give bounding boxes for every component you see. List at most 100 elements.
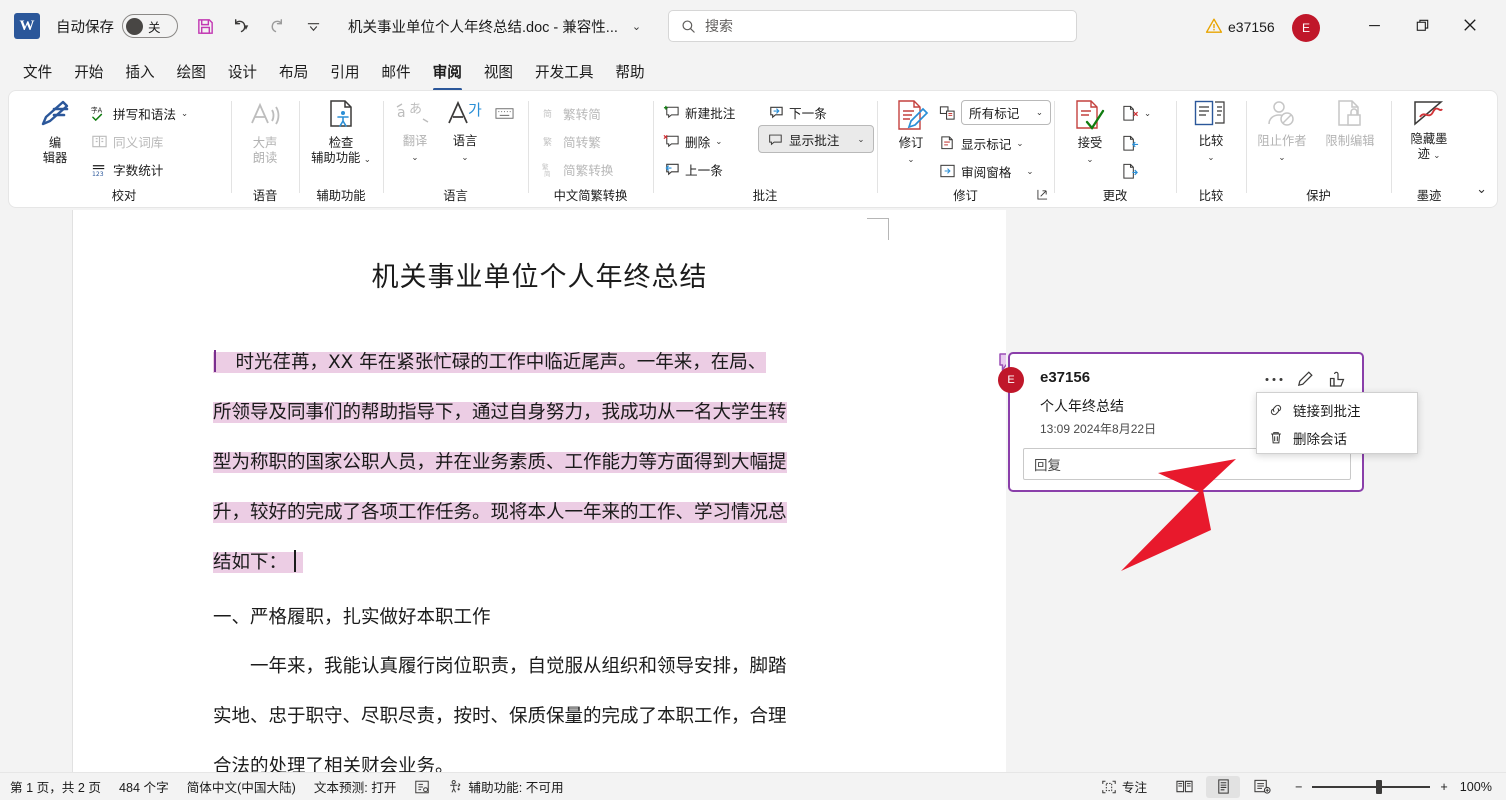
- tab-mailings[interactable]: 邮件: [370, 57, 421, 86]
- hide-ink-button[interactable]: 隐藏墨迹 ⌄: [1397, 99, 1461, 163]
- markup-display-select[interactable]: 所有标记 ⌄: [961, 100, 1051, 125]
- check-accessibility-button[interactable]: 检查 辅助功能 ⌄: [309, 99, 373, 167]
- status-focus-button[interactable]: 专注: [1101, 777, 1147, 796]
- undo-icon[interactable]: ▾: [222, 10, 256, 42]
- show-comments-chevron-down-icon[interactable]: ⌄: [857, 134, 864, 145]
- view-read-mode-button[interactable]: [1167, 776, 1201, 798]
- status-proofing-button[interactable]: [414, 779, 430, 795]
- warning-icon[interactable]: [1205, 17, 1223, 35]
- undo-caret-icon[interactable]: ▾: [244, 19, 249, 33]
- reviewing-pane-button[interactable]: 审阅窗格 ⌄: [939, 159, 1034, 183]
- accept-button[interactable]: 接受 ⌄: [1058, 99, 1122, 167]
- new-comment-button[interactable]: 新建批注: [663, 100, 735, 124]
- compare-button[interactable]: 比较 ⌄: [1179, 99, 1243, 165]
- status-page-info[interactable]: 第 1 页，共 2 页: [10, 777, 101, 796]
- search-input[interactable]: 搜索: [668, 10, 1077, 42]
- restore-button[interactable]: [1400, 8, 1444, 42]
- zoom-slider-thumb[interactable]: [1376, 779, 1383, 794]
- zoom-in-button[interactable]: +: [1440, 780, 1447, 794]
- show-markup-chevron-down-icon[interactable]: ⌄: [1016, 138, 1023, 149]
- editor-button[interactable]: 编辑器: [23, 99, 87, 166]
- tab-view[interactable]: 视图: [473, 57, 524, 86]
- trad-to-simp-label: 繁转简: [563, 107, 601, 122]
- delete-comment-chevron-down-icon[interactable]: ⌄: [715, 136, 722, 147]
- svg-text:字A: 字A: [91, 105, 103, 114]
- reviewing-pane-label: 审阅窗格: [961, 165, 1012, 180]
- reject-button[interactable]: ⌄: [1122, 101, 1151, 125]
- close-button[interactable]: [1448, 8, 1492, 42]
- word-count-button[interactable]: 123 字数统计: [91, 157, 163, 181]
- view-web-layout-button[interactable]: [1245, 776, 1279, 798]
- markup-display-icon-row[interactable]: [939, 101, 956, 125]
- tab-file[interactable]: 文件: [12, 57, 63, 86]
- new-comment-icon: [663, 105, 679, 119]
- status-word-count[interactable]: 484 个字: [119, 777, 169, 796]
- ribbon-group-speech: 大声 朗读 语音: [231, 91, 299, 207]
- next-change-button[interactable]: [1122, 159, 1139, 183]
- title-chevron-down-icon[interactable]: ⌄: [632, 20, 641, 33]
- zoom-slider-track[interactable]: [1312, 779, 1431, 794]
- context-menu-item-delete-thread[interactable]: 删除会话: [1257, 424, 1417, 452]
- show-comments-button[interactable]: 显示批注 ⌄: [758, 125, 874, 153]
- keyboard-button[interactable]: [495, 101, 514, 125]
- tab-insert[interactable]: 插入: [114, 57, 165, 86]
- user-name[interactable]: e37156: [1228, 19, 1275, 35]
- tab-developer[interactable]: 开发工具: [524, 57, 604, 86]
- tab-home[interactable]: 开始: [63, 57, 114, 86]
- doc-line: 结如下：: [213, 552, 288, 573]
- resolve-thumb-icon[interactable]: [1325, 367, 1349, 391]
- context-menu-item-link-to-comment[interactable]: 链接到批注: [1257, 396, 1417, 424]
- track-changes-button[interactable]: 修订 ⌄: [879, 99, 943, 167]
- previous-change-icon: [1123, 135, 1139, 151]
- document-paragraph-1[interactable]: 时光荏苒，XX 年在紧张忙碌的工作中临近尾声。一年来，在局、 所领导及同事们的帮…: [213, 338, 867, 588]
- markup-display-chevron-down-icon[interactable]: ⌄: [1036, 107, 1043, 118]
- zoom-slider[interactable]: [1312, 779, 1431, 794]
- zoom-level[interactable]: 100%: [1460, 780, 1492, 794]
- spelling-chevron-down-icon[interactable]: ⌄: [181, 108, 188, 119]
- delete-comment-button[interactable]: 删除 ⌄: [663, 129, 722, 153]
- document-title[interactable]: 机关事业单位个人年终总结.doc - 兼容性...: [348, 16, 618, 37]
- tab-references[interactable]: 引用: [319, 57, 370, 86]
- reject-chevron-down-icon[interactable]: ⌄: [1144, 108, 1151, 119]
- avatar[interactable]: E: [1292, 14, 1320, 42]
- edit-pencil-icon[interactable]: [1293, 367, 1317, 391]
- next-comment-button[interactable]: 下一条: [767, 100, 827, 124]
- language-button[interactable]: 가 语言 ⌄: [433, 99, 497, 165]
- context-menu-label: 删除会话: [1293, 432, 1347, 447]
- status-text-prediction[interactable]: 文本预测: 打开: [314, 777, 397, 796]
- minimize-button[interactable]: [1352, 8, 1396, 42]
- qat-overflow-icon[interactable]: [296, 10, 330, 42]
- comment-text: 个人年终总结: [1040, 398, 1124, 414]
- ribbon-collapse-chevron-down-icon[interactable]: ⌄: [1476, 181, 1487, 197]
- autosave-toggle[interactable]: 关: [122, 14, 178, 38]
- status-language[interactable]: 简体中文(中国大陆): [187, 777, 296, 796]
- autosave-toggle-state: 关: [148, 20, 161, 35]
- show-markup-button[interactable]: 显示标记 ⌄: [939, 131, 1024, 155]
- redo-icon[interactable]: [260, 10, 294, 42]
- tab-design[interactable]: 设计: [217, 57, 268, 86]
- markup-display-value: 所有标记: [969, 107, 1020, 121]
- tab-draw[interactable]: 绘图: [166, 57, 217, 86]
- comment-context-menu[interactable]: 链接到批注 删除会话: [1256, 392, 1418, 454]
- save-icon[interactable]: [188, 10, 222, 42]
- previous-comment-button[interactable]: 上一条: [663, 157, 723, 181]
- doc-line: 一年来，我能认真履行岗位职责，自觉服从组织和领导安排，脚踏: [213, 656, 787, 677]
- tab-review[interactable]: 审阅: [422, 57, 473, 91]
- spelling-grammar-button[interactable]: 字A 拼写和语法 ⌄: [91, 101, 188, 125]
- document-page[interactable]: 机关事业单位个人年终总结 时光荏苒，XX 年在紧张忙碌的工作中临近尾声。一年来，…: [73, 210, 1020, 772]
- document-paragraph-2[interactable]: 一、严格履职，扎实做好本职工作: [213, 593, 867, 643]
- view-print-layout-button[interactable]: [1206, 775, 1241, 798]
- previous-change-button[interactable]: [1122, 131, 1139, 155]
- zoom-out-button[interactable]: −: [1295, 780, 1302, 794]
- ribbon-group-language: a あ 翻译 ⌄ 가 语言 ⌄ 语言: [383, 91, 528, 207]
- check-accessibility-label: 检查 辅助功能 ⌄: [311, 136, 371, 165]
- ribbon-group-changes-label: 更改: [1102, 189, 1128, 203]
- status-accessibility[interactable]: 辅助功能: 不可用: [448, 777, 564, 796]
- margin-marker-top-left: [187, 218, 209, 240]
- more-options-icon[interactable]: [1262, 367, 1286, 391]
- tab-help[interactable]: 帮助: [604, 57, 655, 86]
- minimize-icon: [1368, 24, 1380, 26]
- document-paragraph-3[interactable]: 一年来，我能认真履行岗位职责，自觉服从组织和领导安排，脚踏 实地、忠于职守、尽职…: [213, 642, 867, 772]
- tab-layout[interactable]: 布局: [268, 57, 319, 86]
- reviewing-pane-chevron-down-icon[interactable]: ⌄: [1026, 166, 1033, 177]
